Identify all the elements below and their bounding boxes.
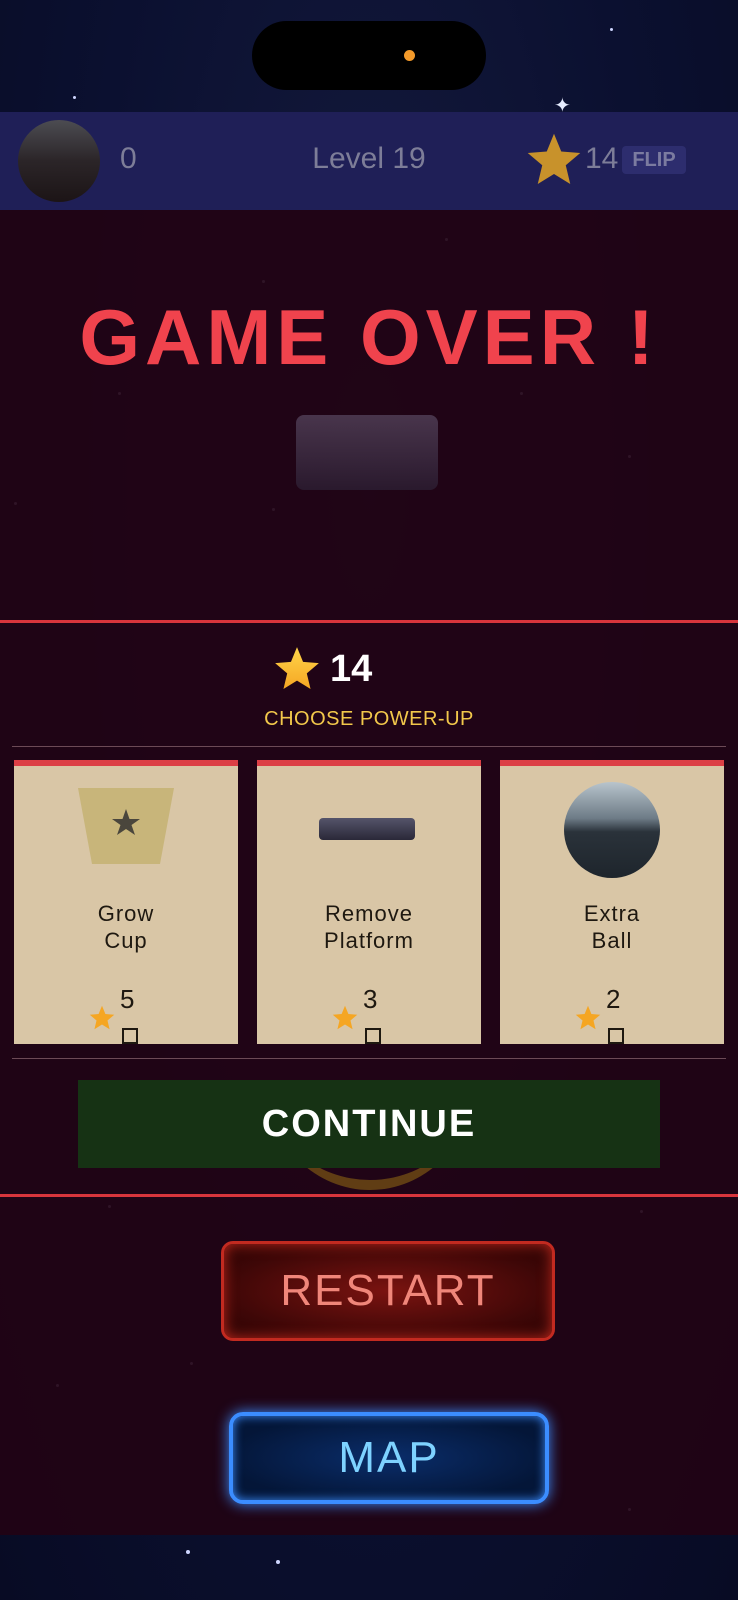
cup-icon: [78, 788, 174, 864]
background-star: [610, 28, 613, 31]
divider: [12, 1058, 726, 1059]
panel-top-border: [0, 620, 738, 623]
platform-icon: [319, 818, 415, 840]
star-icon: [575, 1005, 601, 1030]
ball-icon: [564, 782, 660, 878]
card-name: Grow Cup: [14, 900, 238, 954]
background-star: [186, 1550, 190, 1554]
platform-shadow: [296, 415, 438, 490]
card-cost: 5: [120, 984, 135, 1014]
top-hud-bar: 0 Level 19 14 FLIP: [0, 112, 738, 210]
panel-bottom-border: [0, 1194, 738, 1197]
star-icon: [89, 1005, 115, 1030]
card-cost: 3: [363, 984, 378, 1014]
camera-notch: [252, 21, 486, 90]
map-button[interactable]: MAP: [229, 1412, 549, 1504]
restart-button[interactable]: RESTART: [221, 1241, 555, 1341]
powerup-card-remove-platform[interactable]: Remove Platform 3: [257, 760, 481, 1044]
camera-indicator: [404, 50, 415, 61]
stars-total: 14: [330, 648, 373, 690]
card-name-line: Ball: [591, 928, 633, 953]
card-name: Extra Ball: [500, 900, 724, 954]
powerup-card-grow-cup[interactable]: Grow Cup 5: [14, 760, 238, 1044]
card-name-line: Extra: [583, 901, 641, 926]
powerup-card-extra-ball[interactable]: Extra Ball 2: [500, 760, 724, 1044]
background-star: [276, 1560, 280, 1564]
card-name-line: Cup: [104, 928, 148, 953]
card-checkbox[interactable]: [122, 1028, 138, 1044]
star-icon: [275, 647, 319, 689]
flip-button[interactable]: FLIP: [622, 146, 686, 174]
star-icon: [332, 1005, 358, 1030]
card-name: Remove Platform: [257, 900, 481, 954]
card-name-line: Remove: [325, 901, 413, 926]
card-checkbox[interactable]: [608, 1028, 624, 1044]
choose-powerup-heading: CHOOSE POWER-UP: [264, 708, 474, 730]
card-name-line: Grow: [97, 901, 155, 926]
continue-button[interactable]: CONTINUE: [78, 1080, 660, 1168]
star-icon: [527, 133, 581, 184]
star-count: 14: [585, 142, 619, 175]
card-name-line: Platform: [324, 928, 414, 953]
card-cost: 2: [606, 984, 621, 1014]
divider: [12, 746, 726, 747]
background-star: [73, 96, 76, 99]
game-over-title: GAME OVER !: [79, 293, 659, 381]
card-checkbox[interactable]: [365, 1028, 381, 1044]
